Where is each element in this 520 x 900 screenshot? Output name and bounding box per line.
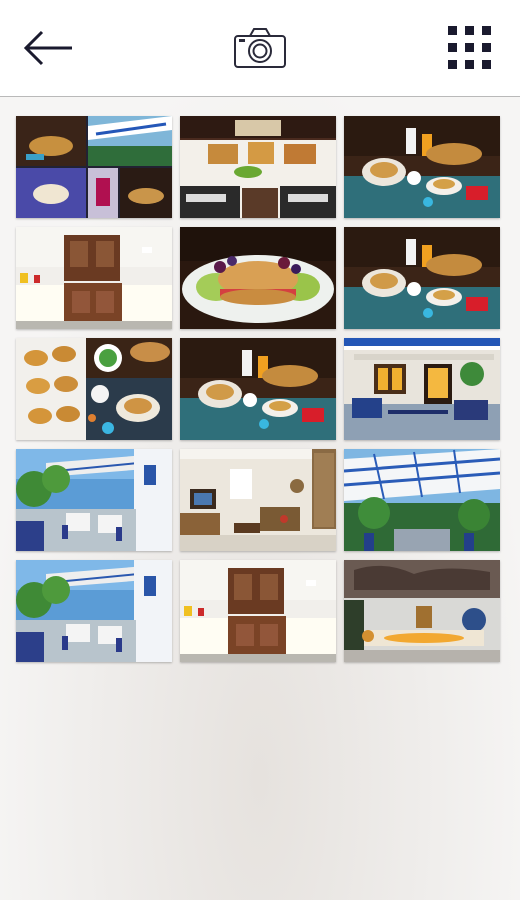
top-toolbar xyxy=(0,0,520,97)
back-button[interactable] xyxy=(18,20,78,76)
grid-view-button[interactable] xyxy=(440,20,500,76)
photo-terrace-garden-1 xyxy=(16,449,172,551)
photo-cave-bar xyxy=(344,560,500,662)
gallery-thumbnail[interactable] xyxy=(180,227,336,329)
photo-breakfast-spread-2 xyxy=(344,227,500,329)
photo-breakfast-table-overhead xyxy=(180,116,336,218)
gallery-thumbnail[interactable] xyxy=(16,227,172,329)
gallery-thumbnail[interactable] xyxy=(180,560,336,662)
photo-blue-lounge xyxy=(344,338,500,440)
gallery-thumbnail[interactable] xyxy=(16,338,172,440)
photo-living-room xyxy=(180,449,336,551)
gallery-thumbnail[interactable] xyxy=(344,560,500,662)
photo-breakfast-buffet-room-2 xyxy=(180,560,336,662)
photo-pergola-patio xyxy=(344,449,500,551)
gallery-thumbnail[interactable] xyxy=(344,227,500,329)
photo-breakfast-buffet-room xyxy=(16,227,172,329)
gallery-thumbnail[interactable] xyxy=(16,116,172,218)
grid-icon xyxy=(448,26,491,69)
photo-croissant-sandwich xyxy=(180,227,336,329)
gallery-thumbnail[interactable] xyxy=(180,116,336,218)
gallery-thumbnail[interactable] xyxy=(180,449,336,551)
photo-breakfast-spread-3 xyxy=(180,338,336,440)
gallery-thumbnail[interactable] xyxy=(344,116,500,218)
photo-breakfast-spread-1 xyxy=(344,116,500,218)
gallery-thumbnail[interactable] xyxy=(16,560,172,662)
gallery-thumbnail[interactable] xyxy=(344,338,500,440)
gallery-thumbnail[interactable] xyxy=(180,338,336,440)
photo-terrace-garden-2 xyxy=(16,560,172,662)
gallery-thumbnail[interactable] xyxy=(344,449,500,551)
arrow-left-icon xyxy=(23,30,72,66)
photo-grid xyxy=(16,116,500,662)
camera-icon xyxy=(234,28,286,68)
photo-breakfast-collage xyxy=(16,116,172,218)
camera-button[interactable] xyxy=(230,20,290,76)
gallery-thumbnail[interactable] xyxy=(16,449,172,551)
photo-pastries-coffee xyxy=(16,338,172,440)
